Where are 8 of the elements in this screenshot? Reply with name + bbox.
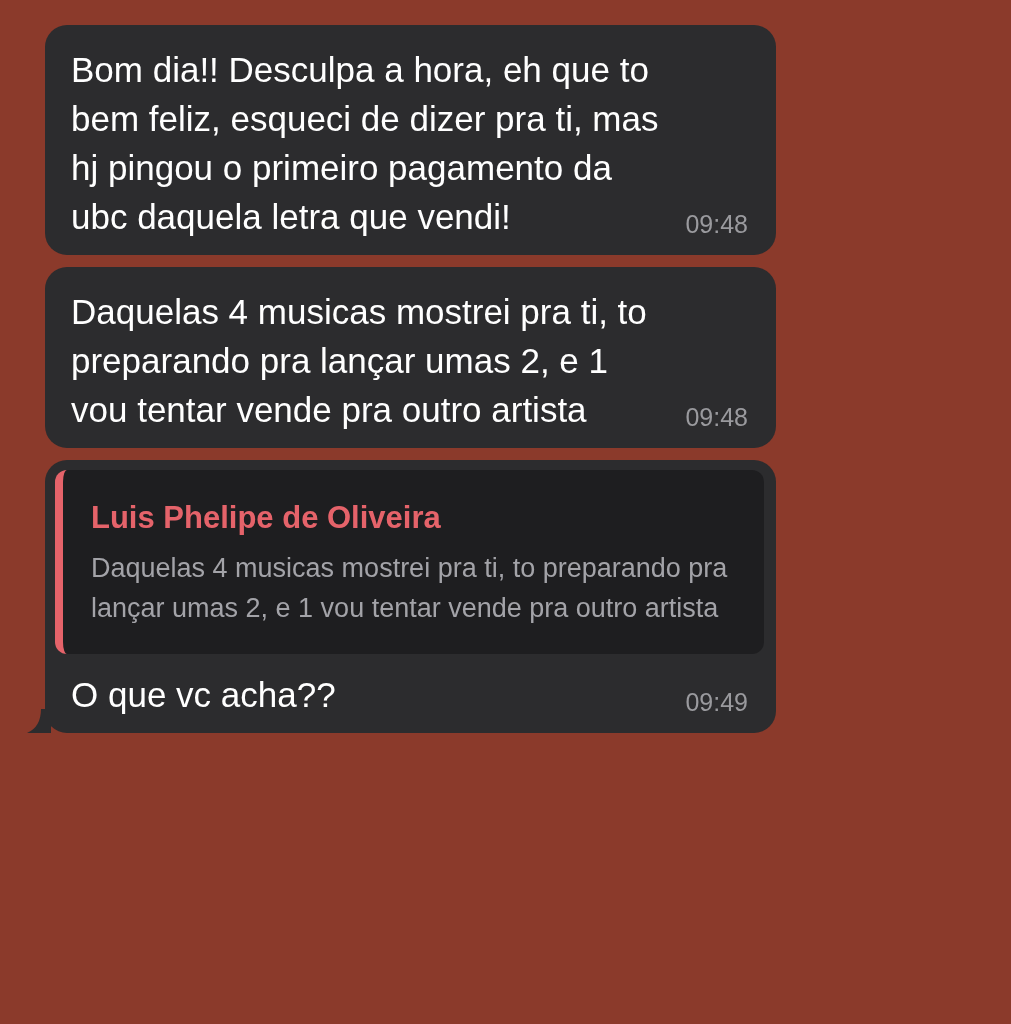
message-text: Bom dia!! Desculpa a hora, eh que to bem feliz, esqueci de dizer pra ti, mas hj pingou o primeiro pagamento da ubc daquela letra que vendi! [71, 49, 660, 238]
quote-text: Daquelas 4 musicas mostrei pra ti, to preparando pra lançar umas 2, e 1 vou tentar vende pra outro artista [91, 552, 729, 625]
message-time: 09:48 [685, 403, 748, 432]
quote-author: Luis Phelipe de Oliveira [91, 500, 442, 536]
message-time: 09:48 [685, 210, 748, 239]
message-time: 09:49 [685, 688, 748, 717]
message-text: O que vc acha?? [71, 674, 337, 716]
message-text: Daquelas 4 musicas mostrei pra ti, to preparando pra lançar umas 2, e 1 vou tentar vende pra outro artista [71, 291, 648, 431]
